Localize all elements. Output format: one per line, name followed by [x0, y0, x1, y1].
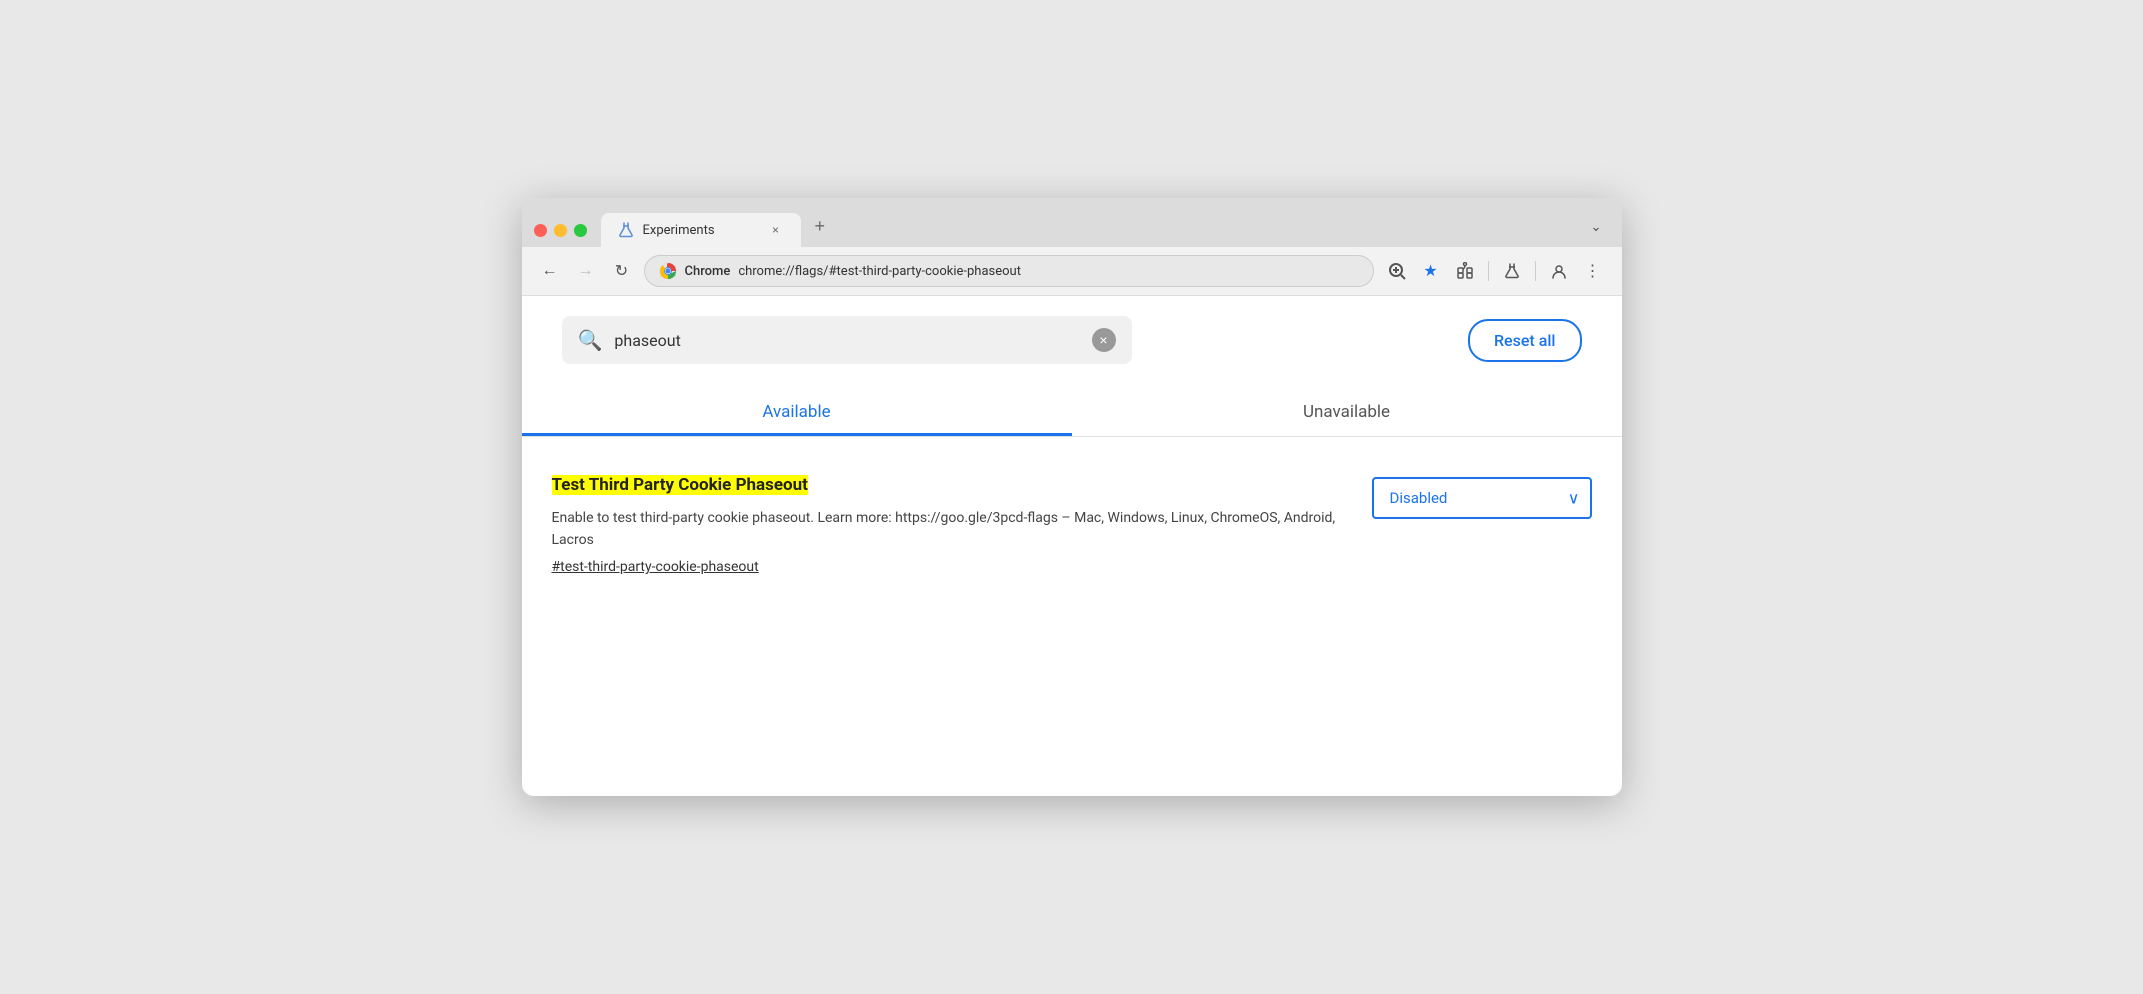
search-input[interactable]	[614, 331, 1079, 350]
address-bar[interactable]: Chrome chrome://flags/#test-third-party-…	[644, 255, 1374, 287]
menu-button[interactable]: ⋮	[1578, 256, 1608, 286]
browser-window: Experiments × + ⌄ ← → ↻	[522, 198, 1622, 796]
chrome-icon	[659, 262, 677, 280]
title-bar: Experiments × + ⌄	[522, 198, 1622, 247]
tab-close-button[interactable]: ×	[767, 221, 785, 239]
flags-list: Test Third Party Cookie Phaseout Enable …	[552, 437, 1592, 611]
flag-title: Test Third Party Cookie Phaseout	[552, 475, 808, 495]
address-url: chrome://flags/#test-third-party-cookie-…	[738, 264, 1358, 279]
back-button[interactable]: ←	[536, 257, 564, 285]
flag-info: Test Third Party Cookie Phaseout Enable …	[552, 473, 1352, 575]
reload-button[interactable]: ↻	[608, 257, 636, 285]
tab-available[interactable]: Available	[522, 384, 1072, 436]
nav-icons: ★	[1382, 256, 1608, 286]
search-clear-button[interactable]: ×	[1092, 328, 1116, 352]
minimize-button[interactable]	[554, 224, 567, 237]
close-button[interactable]	[534, 224, 547, 237]
chrome-label: Chrome	[685, 264, 731, 279]
tab-title: Experiments	[643, 223, 759, 238]
extensions-button[interactable]	[1450, 256, 1480, 286]
active-tab[interactable]: Experiments ×	[601, 213, 801, 247]
window-controls	[534, 224, 595, 247]
nav-bar: ← → ↻	[522, 247, 1622, 296]
zoom-button[interactable]	[1382, 256, 1412, 286]
flag-link[interactable]: #test-third-party-cookie-phaseout	[552, 559, 1352, 575]
nav-divider	[1488, 261, 1489, 281]
reset-all-button[interactable]: Reset all	[1468, 319, 1582, 362]
flag-description: Enable to test third-party cookie phaseo…	[552, 507, 1352, 552]
flag-select-container: Disabled ∨	[1372, 477, 1592, 519]
nav-divider-2	[1535, 261, 1536, 281]
maximize-button[interactable]	[574, 224, 587, 237]
experiments-icon	[617, 221, 635, 239]
new-tab-button[interactable]: +	[807, 208, 834, 245]
search-container: 🔍 × Reset all	[552, 316, 1592, 364]
profile-button[interactable]	[1544, 256, 1574, 286]
content-area: 🔍 × Reset all Available Unavailable Test…	[522, 296, 1622, 796]
tab-overflow-button[interactable]: ⌄	[1582, 211, 1609, 243]
tabs-container: Available Unavailable	[522, 384, 1622, 437]
search-box: 🔍 ×	[562, 316, 1132, 364]
search-icon: 🔍	[578, 328, 603, 352]
flag-select-button[interactable]: Disabled	[1372, 477, 1592, 519]
tab-unavailable[interactable]: Unavailable	[1072, 384, 1622, 436]
flag-select-wrapper: Disabled ∨	[1372, 477, 1592, 519]
bookmark-button[interactable]: ★	[1416, 256, 1446, 286]
flag-item: Test Third Party Cookie Phaseout Enable …	[552, 457, 1592, 591]
forward-button[interactable]: →	[572, 257, 600, 285]
experiments-nav-button[interactable]	[1497, 256, 1527, 286]
